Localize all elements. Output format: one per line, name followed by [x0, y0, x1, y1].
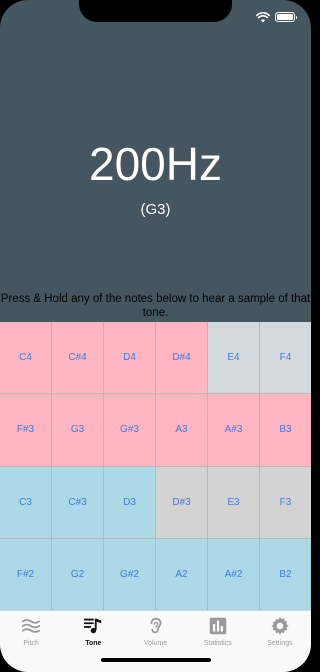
- note-key-f-sharp2[interactable]: F#2: [0, 538, 51, 610]
- note-key-e4[interactable]: E4: [208, 322, 259, 394]
- note-key-c-sharp4[interactable]: C#4: [52, 322, 103, 394]
- instructions-text: Press & Hold any of the notes below to h…: [0, 293, 311, 319]
- tab-label: Settings: [267, 640, 293, 647]
- app-screen: 200Hz (G3) Press & Hold any of the notes…: [0, 0, 311, 672]
- note-key-b3[interactable]: B3: [260, 394, 311, 466]
- tab-volume[interactable]: Volume: [124, 611, 186, 672]
- tab-bar: Pitch Tone Volume Statistics Settings: [0, 610, 311, 672]
- note-key-a-sharp2[interactable]: A#2: [208, 538, 259, 610]
- music-note-icon: [82, 615, 104, 640]
- bar-chart-icon: [207, 615, 229, 640]
- tab-statistics[interactable]: Statistics: [187, 611, 249, 672]
- device-notch: [79, 0, 232, 22]
- note-key-c3[interactable]: C3: [0, 466, 51, 538]
- note-key-d-sharp4[interactable]: D#4: [156, 322, 207, 394]
- tab-settings[interactable]: Settings: [249, 611, 311, 672]
- note-name-readout: (G3): [140, 201, 171, 218]
- note-key-a-sharp3[interactable]: A#3: [208, 394, 259, 466]
- note-keys-grid: C4 C#4 D4 D#4 E4 F4 F#3 G3 G#3 A3 A#3 B3 C3 C#3 D3 D#3 E…: [0, 322, 311, 610]
- tab-label: Pitch: [23, 640, 39, 647]
- waves-icon: [20, 615, 42, 640]
- frequency-readout: 200Hz: [89, 138, 222, 190]
- note-key-f4[interactable]: F4: [260, 322, 311, 394]
- tab-pitch[interactable]: Pitch: [0, 611, 62, 672]
- note-key-c-sharp3[interactable]: C#3: [52, 466, 103, 538]
- note-key-b2[interactable]: B2: [260, 538, 311, 610]
- note-key-a3[interactable]: A3: [156, 394, 207, 466]
- note-key-f3[interactable]: F3: [260, 466, 311, 538]
- gear-icon: [269, 615, 291, 640]
- note-key-g-sharp2[interactable]: G#2: [104, 538, 155, 610]
- note-key-a2[interactable]: A2: [156, 538, 207, 610]
- note-key-g2[interactable]: G2: [52, 538, 103, 610]
- note-key-g3[interactable]: G3: [52, 394, 103, 466]
- home-indicator[interactable]: [101, 658, 211, 662]
- battery-icon: [275, 12, 297, 22]
- tab-label: Volume: [143, 640, 168, 647]
- note-key-f-sharp3[interactable]: F#3: [0, 394, 51, 466]
- note-key-c4[interactable]: C4: [0, 322, 51, 394]
- note-key-g-sharp3[interactable]: G#3: [104, 394, 155, 466]
- tab-tone[interactable]: Tone: [62, 611, 124, 672]
- note-key-e3[interactable]: E3: [208, 466, 259, 538]
- tab-label: Statistics: [203, 640, 232, 647]
- note-key-d3[interactable]: D3: [104, 466, 155, 538]
- tab-label: Tone: [85, 640, 102, 647]
- note-key-d-sharp3[interactable]: D#3: [156, 466, 207, 538]
- wifi-icon: [256, 11, 270, 22]
- note-key-d4[interactable]: D4: [104, 322, 155, 394]
- ear-icon: [145, 615, 167, 640]
- status-bar-icons: [256, 11, 297, 23]
